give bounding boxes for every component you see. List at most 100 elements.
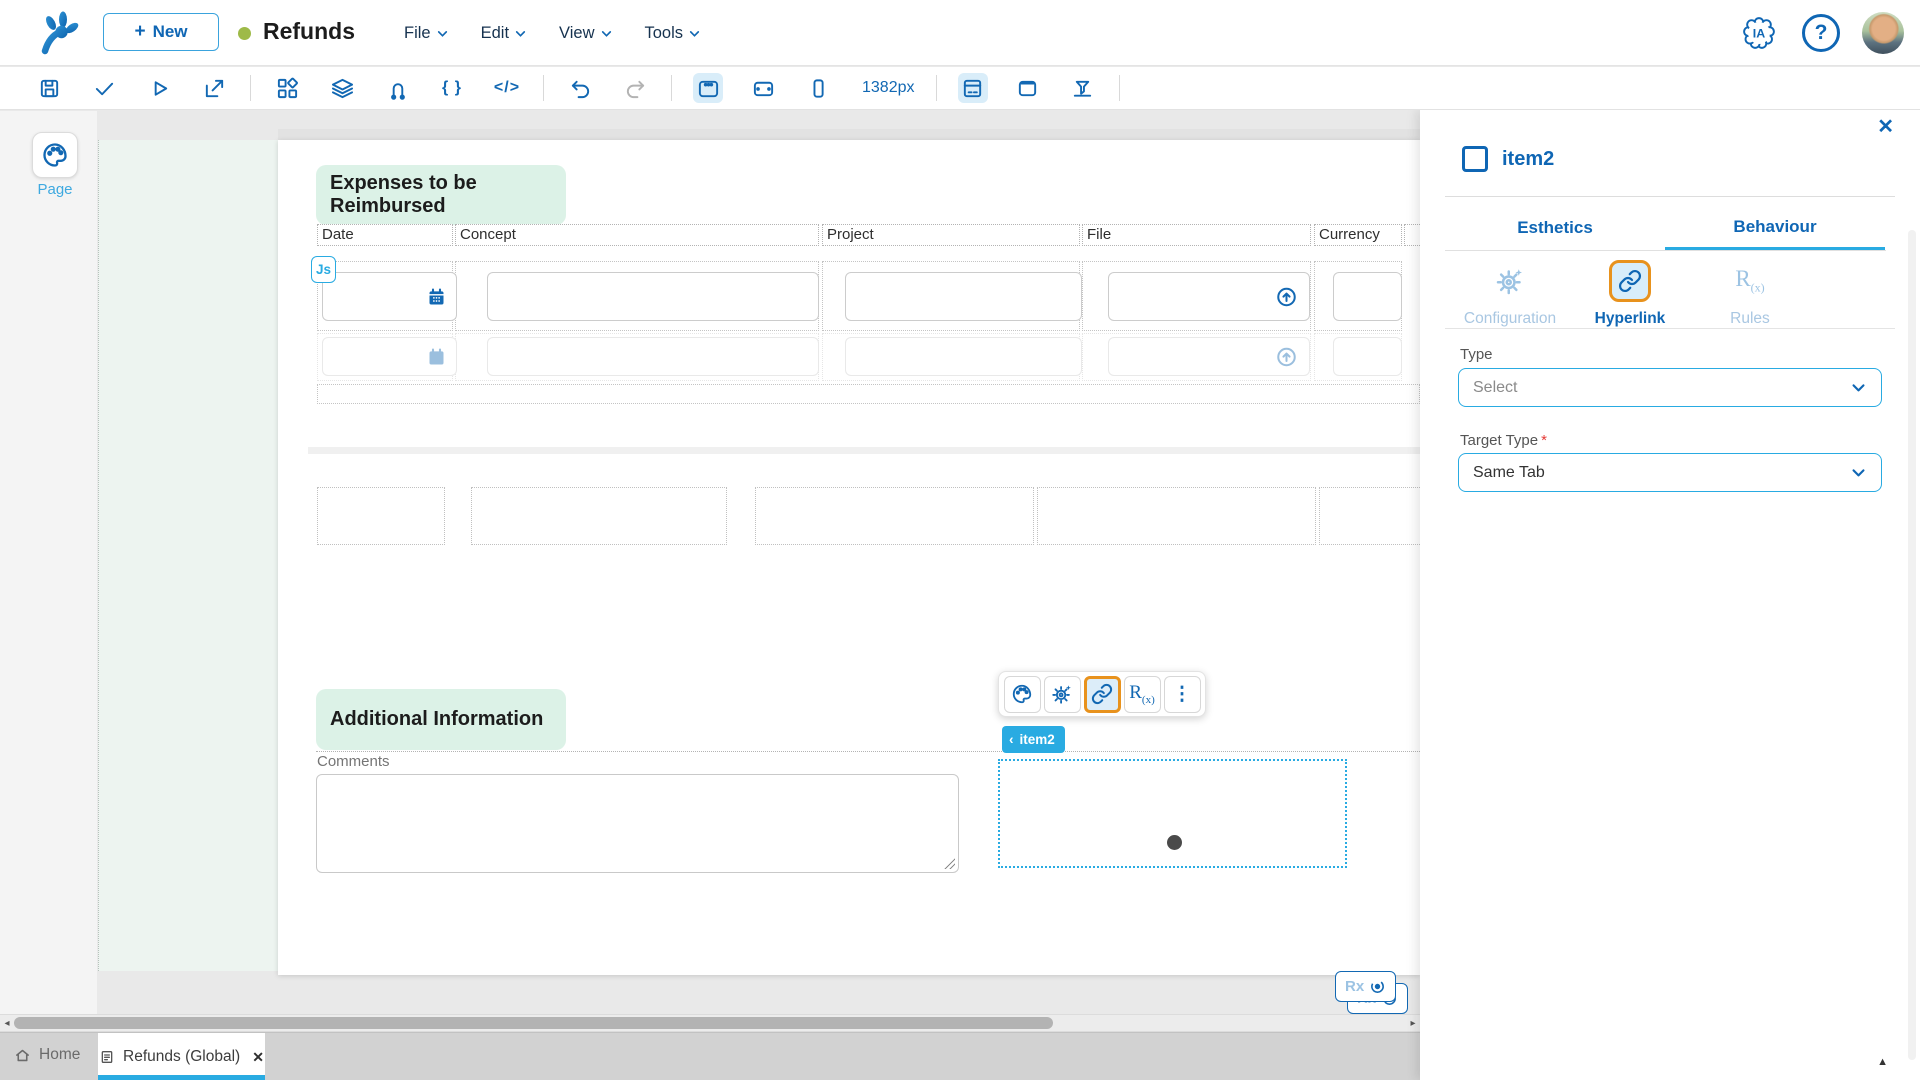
scrollbar-thumb[interactable] bbox=[14, 1017, 1053, 1029]
subtab-rules[interactable]: R(x) Rules bbox=[1690, 256, 1810, 328]
form-canvas[interactable]: Expenses to be Reimbursed Date Concept P… bbox=[278, 140, 1420, 975]
layers-icon[interactable] bbox=[327, 73, 357, 103]
currency-input[interactable] bbox=[1333, 272, 1402, 321]
braces-icon[interactable]: { } bbox=[437, 73, 467, 103]
hyperlink-icon[interactable] bbox=[1084, 676, 1121, 713]
app-builder-window: + New Refunds File Edit View Tools bbox=[0, 0, 1920, 1080]
save-icon[interactable] bbox=[34, 73, 64, 103]
subtab-configuration[interactable]: Configuration bbox=[1450, 256, 1570, 328]
empty-placeholder-box[interactable] bbox=[471, 487, 727, 545]
editor-toolbar: { } </> 1382px bbox=[0, 67, 1920, 110]
horizontal-scrollbar[interactable]: ◂ ▸ bbox=[0, 1014, 1420, 1032]
selected-item2-widget[interactable] bbox=[998, 759, 1347, 868]
column-header-project[interactable]: Project bbox=[822, 224, 1080, 246]
chevron-down-icon bbox=[514, 27, 527, 40]
type-select[interactable]: Select bbox=[1458, 368, 1882, 407]
section-title-additional-info[interactable]: Additional Information bbox=[316, 689, 566, 750]
concept-input[interactable] bbox=[487, 272, 819, 321]
chevron-down-icon bbox=[1850, 464, 1867, 481]
esthetics-palette-icon[interactable] bbox=[1004, 676, 1041, 713]
scroll-right-arrow[interactable]: ▸ bbox=[1406, 1015, 1420, 1031]
empty-placeholder-box[interactable] bbox=[1037, 487, 1316, 545]
tab-behaviour[interactable]: Behaviour bbox=[1665, 206, 1885, 250]
flow-connector-icon[interactable] bbox=[382, 73, 412, 103]
chevron-left-icon: ‹ bbox=[1009, 732, 1014, 747]
ia-assistant-icon[interactable]: IA bbox=[1738, 12, 1780, 54]
target-type-field-label: Target Type* bbox=[1460, 432, 1547, 449]
undo-icon[interactable] bbox=[565, 73, 595, 103]
app-logo-frog-icon[interactable] bbox=[38, 11, 82, 55]
rules-rx-icon[interactable]: R(x) bbox=[1124, 676, 1161, 713]
scroll-left-arrow[interactable]: ◂ bbox=[0, 1015, 14, 1031]
tablet-viewport-icon[interactable] bbox=[748, 73, 778, 103]
target-type-select[interactable]: Same Tab bbox=[1458, 453, 1882, 492]
rx-visibility-badge[interactable]: Rx bbox=[1335, 971, 1396, 1002]
play-preview-icon[interactable] bbox=[144, 73, 174, 103]
help-icon[interactable]: ? bbox=[1802, 14, 1840, 52]
header-right-actions: IA ? bbox=[1738, 0, 1904, 66]
column-header-concept[interactable]: Concept bbox=[455, 224, 819, 246]
components-grid-icon[interactable] bbox=[272, 73, 302, 103]
close-tab-icon[interactable]: ✕ bbox=[252, 1049, 264, 1066]
phone-viewport-icon[interactable] bbox=[803, 73, 833, 103]
section-title-expenses[interactable]: Expenses to be Reimbursed bbox=[316, 165, 566, 225]
dotted-row-divider bbox=[316, 751, 1420, 752]
panel-title: item2 bbox=[1502, 148, 1554, 171]
properties-panel: ✕ item2 Esthetics Behaviour Configuratio… bbox=[1420, 110, 1920, 1080]
subtab-hyperlink[interactable]: Hyperlink bbox=[1570, 256, 1690, 328]
new-button[interactable]: + New bbox=[103, 13, 219, 51]
page-palette-button[interactable] bbox=[32, 132, 78, 178]
menu-edit[interactable]: Edit bbox=[481, 24, 527, 43]
comments-label[interactable]: Comments bbox=[317, 753, 390, 770]
column-header-date[interactable]: Date bbox=[317, 224, 453, 246]
column-header-file[interactable]: File bbox=[1082, 224, 1311, 246]
gear-sparkle-icon bbox=[1495, 260, 1525, 302]
column-header-clipped bbox=[1404, 224, 1420, 246]
header-bar: + New Refunds File Edit View Tools bbox=[0, 0, 1920, 66]
redo-icon[interactable] bbox=[620, 73, 650, 103]
resize-grip-icon[interactable] bbox=[944, 858, 955, 869]
panel-scrollbar[interactable] bbox=[1908, 230, 1916, 1060]
collapsed-side-section[interactable] bbox=[98, 140, 278, 971]
tab-refunds-global[interactable]: Refunds (Global) ✕ bbox=[98, 1033, 265, 1080]
more-options-kebab-icon[interactable]: ⋮ bbox=[1164, 676, 1201, 713]
user-avatar[interactable] bbox=[1862, 12, 1904, 54]
tab-home[interactable]: Home bbox=[14, 1033, 80, 1077]
empty-placeholder-box[interactable] bbox=[755, 487, 1034, 545]
rules-rx-icon: R(x) bbox=[1735, 260, 1764, 302]
comments-textarea[interactable] bbox=[316, 774, 959, 873]
date-input[interactable] bbox=[322, 272, 457, 321]
selection-name-badge[interactable]: ‹ item2 bbox=[1002, 726, 1065, 753]
configuration-gear-icon[interactable] bbox=[1044, 676, 1081, 713]
design-workspace: Page Expenses to be Reimbursed Date Conc… bbox=[0, 111, 1420, 1080]
validate-check-icon[interactable] bbox=[89, 73, 119, 103]
empty-placeholder-box[interactable] bbox=[317, 487, 445, 545]
viewport-width-value[interactable]: 1382px bbox=[862, 79, 915, 97]
panel-corner-toggle[interactable]: ▲ bbox=[1877, 1056, 1888, 1068]
page-title: Refunds bbox=[263, 18, 355, 45]
panel-close-icon[interactable]: ✕ bbox=[1877, 114, 1894, 139]
layout-sections-icon[interactable] bbox=[958, 73, 988, 103]
menu-tools[interactable]: Tools bbox=[645, 24, 702, 43]
code-icon[interactable]: </> bbox=[492, 73, 522, 103]
tab-esthetics[interactable]: Esthetics bbox=[1445, 206, 1665, 250]
menu-bar: File Edit View Tools bbox=[404, 0, 701, 66]
item2-checkbox[interactable] bbox=[1462, 146, 1488, 172]
page-rail-label[interactable]: Page bbox=[0, 181, 110, 198]
calendar-icon[interactable] bbox=[426, 286, 447, 307]
js-script-badge[interactable]: Js bbox=[311, 256, 336, 283]
hyperlink-icon bbox=[1609, 260, 1651, 302]
align-funnel-icon[interactable] bbox=[1068, 73, 1098, 103]
menu-view[interactable]: View bbox=[559, 24, 612, 43]
empty-placeholder-box[interactable] bbox=[1319, 487, 1420, 545]
form-document-icon bbox=[99, 1049, 115, 1065]
desktop-viewport-icon[interactable] bbox=[693, 73, 723, 103]
behaviour-subtabs: Configuration Hyperlink R(x) Rules bbox=[1450, 256, 1840, 328]
file-input[interactable] bbox=[1108, 272, 1310, 321]
menu-file[interactable]: File bbox=[404, 24, 449, 43]
export-icon[interactable] bbox=[199, 73, 229, 103]
window-header-icon[interactable] bbox=[1013, 73, 1043, 103]
project-input[interactable] bbox=[845, 272, 1082, 321]
column-header-currency[interactable]: Currency bbox=[1314, 224, 1402, 246]
upload-icon[interactable] bbox=[1275, 285, 1298, 308]
